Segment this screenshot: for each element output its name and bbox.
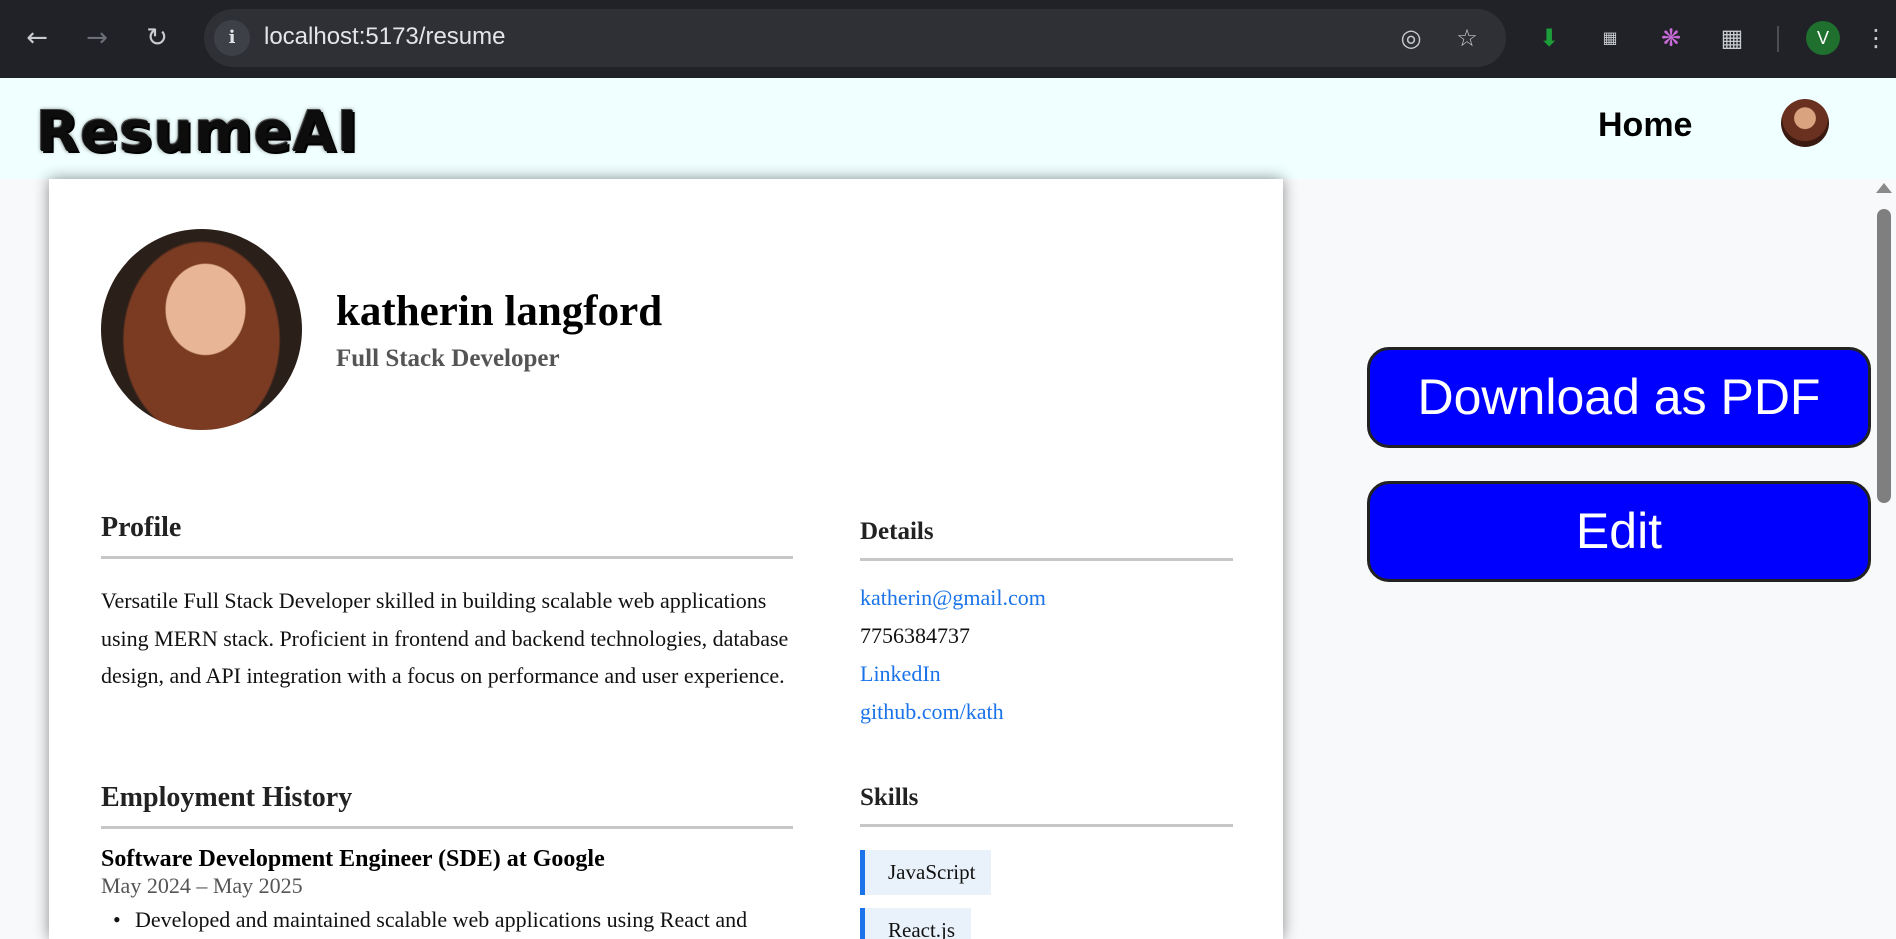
github-link[interactable]: github.com/kath <box>860 699 1004 725</box>
download-pdf-button[interactable]: Download as PDF <box>1367 347 1871 448</box>
reload-icon[interactable]: ↻ <box>139 20 175 56</box>
employment-divider <box>101 826 793 829</box>
job-bullet-text: Developed and maintained scalable web ap… <box>135 907 748 932</box>
resumeai-logo[interactable]: ResumeAI <box>36 100 359 165</box>
profile-summary: Versatile Full Stack Developer skilled i… <box>101 588 789 688</box>
skills-heading: Skills <box>860 784 919 811</box>
toolbar-divider <box>1777 26 1779 52</box>
brain-extension-icon[interactable]: ❋ <box>1653 20 1689 56</box>
bullet-dot: • <box>113 907 121 932</box>
gitzip-extension-icon[interactable]: ▦ <box>1592 20 1628 56</box>
scrollbar-thumb[interactable] <box>1877 209 1891 503</box>
scroll-up-icon[interactable] <box>1876 183 1892 193</box>
employment-heading: Employment History <box>101 782 353 813</box>
profile-photo <box>101 229 302 430</box>
details-divider <box>860 558 1233 561</box>
more-menu-icon[interactable]: ⋮ <box>1864 20 1888 56</box>
browser-toolbar: ← → ↻ i localhost:5173/resume ◎ ☆ ⬇ ▦ ❋ … <box>0 0 1896 78</box>
resume-role: Full Stack Developer <box>336 345 560 372</box>
job-date: May 2024 – May 2025 <box>101 873 303 898</box>
back-icon[interactable]: ← <box>19 20 55 56</box>
job-bullet: • Developed and maintained scalable web a… <box>101 907 747 933</box>
nav-home-link[interactable]: Home <box>1598 106 1692 145</box>
eye-off-icon[interactable]: ◎ <box>1394 21 1428 55</box>
linkedin-link[interactable]: LinkedIn <box>860 661 941 687</box>
job-title: Software Development Engineer (SDE) at G… <box>101 846 605 872</box>
bookmark-star-icon[interactable]: ☆ <box>1450 21 1484 55</box>
download-arrow-extension-icon[interactable]: ⬇ <box>1531 20 1567 56</box>
resume-preview: katherin langford Full Stack Developer P… <box>49 179 1283 939</box>
app-header: ResumeAI Home <box>0 78 1896 179</box>
skills-divider <box>860 824 1233 827</box>
browser-profile-avatar[interactable]: V <box>1806 21 1840 55</box>
edit-button[interactable]: Edit <box>1367 481 1871 582</box>
resume-name: katherin langford <box>336 288 663 335</box>
skill-tag: React.js <box>860 908 972 939</box>
profile-divider <box>101 556 793 559</box>
user-avatar[interactable] <box>1781 99 1829 147</box>
profile-heading: Profile <box>101 512 182 543</box>
skill-tag: JavaScript <box>860 850 992 895</box>
address-bar[interactable]: i localhost:5173/resume ◎ ☆ <box>204 9 1506 67</box>
site-info-icon[interactable]: i <box>214 20 250 56</box>
extensions-puzzle-icon[interactable]: ▦ <box>1714 20 1750 56</box>
email-link[interactable]: katherin@gmail.com <box>860 585 1046 611</box>
phone-number: 7756384737 <box>860 623 970 648</box>
forward-icon[interactable]: → <box>79 20 115 56</box>
url-text[interactable]: localhost:5173/resume <box>264 23 505 51</box>
details-heading: Details <box>860 518 934 545</box>
